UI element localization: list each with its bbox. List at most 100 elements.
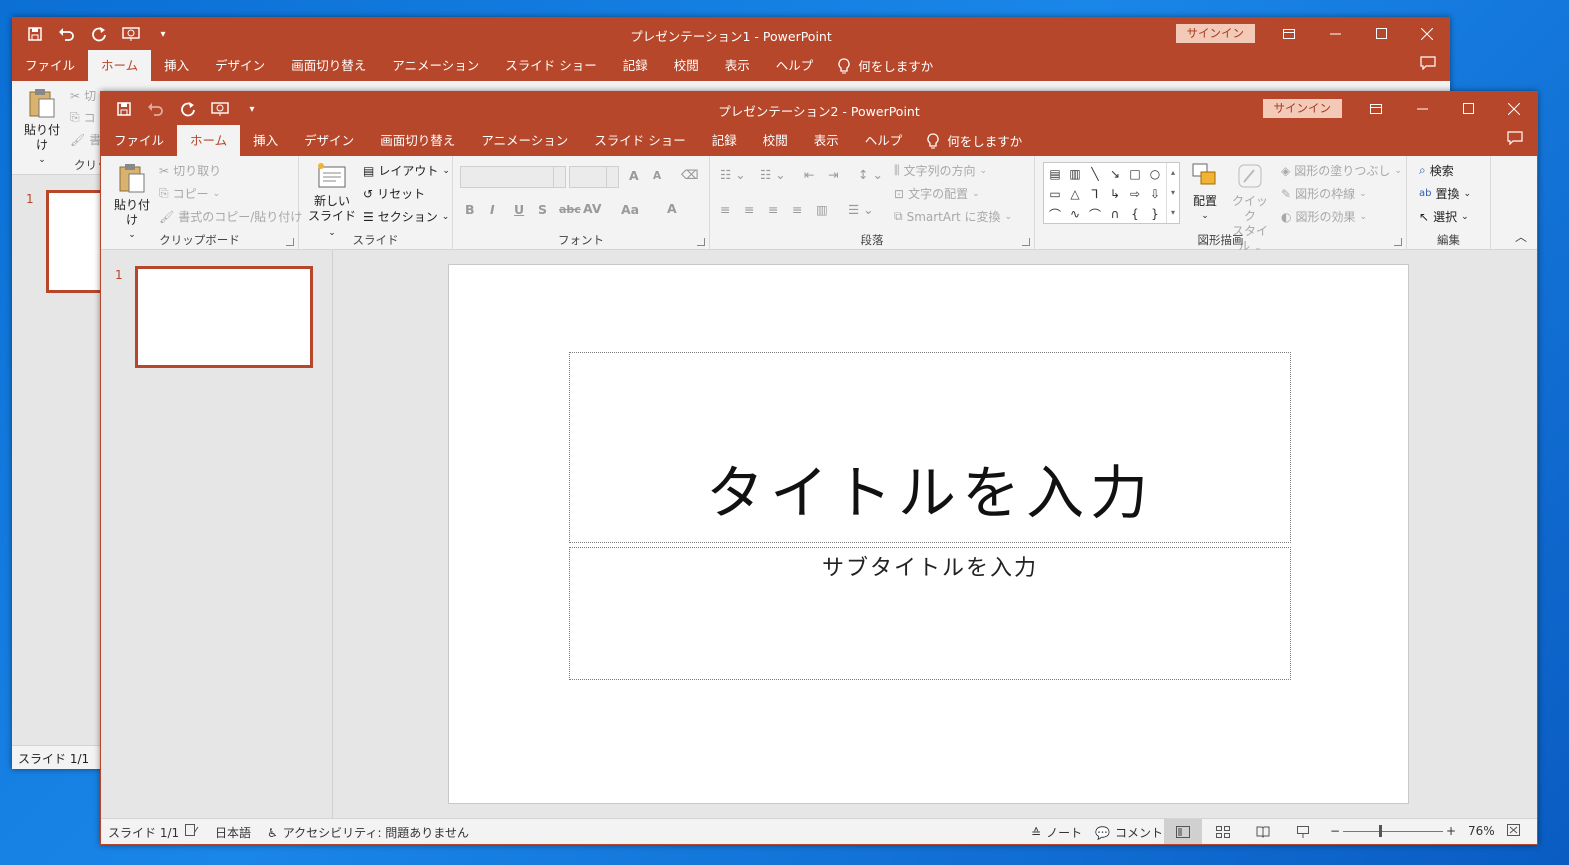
text-direction-button[interactable]: ⫼ 文字列の方向 ⌄ [894, 162, 987, 179]
grow-font-button[interactable]: A [629, 168, 639, 183]
shrink-font-button[interactable]: A [653, 170, 661, 182]
tab-slideshow[interactable]: スライド ショー [581, 125, 698, 156]
comments-button[interactable]: 💬 コメント [1095, 824, 1163, 841]
title-bar[interactable]: ▾ プレゼンテーション1 - PowerPoint サインイン [12, 17, 1450, 50]
maximize-icon[interactable] [1358, 17, 1404, 50]
bullets-icon[interactable]: ☷ ⌄ [720, 167, 746, 182]
align-left-icon[interactable]: ≡ [720, 202, 730, 217]
strikethrough-button[interactable]: abc [559, 203, 581, 216]
format-painter-button[interactable]: 🖌 書式のコピー/貼り付け [159, 208, 302, 225]
decrease-indent-icon[interactable]: ⇤ [804, 167, 814, 182]
slide-thumbnail-pane[interactable]: 1 [101, 250, 333, 820]
gallery-scroll-icon[interactable]: ▴ ▾ ▾ [1166, 163, 1179, 223]
normal-view-icon[interactable] [1164, 819, 1202, 844]
tab-record[interactable]: 記録 [699, 125, 750, 156]
slide-thumbnail[interactable] [135, 266, 313, 368]
arc-shape-icon[interactable]: ⌒ [1085, 205, 1105, 223]
ribbon-display-icon[interactable] [1353, 92, 1399, 125]
left-brace-shape-icon[interactable]: { [1125, 205, 1145, 223]
justify-icon[interactable]: ≡ [792, 202, 802, 217]
tab-insert[interactable]: 挿入 [151, 50, 202, 81]
elbow-connector-icon[interactable]: ⅂ [1085, 185, 1105, 203]
find-button[interactable]: ⌕ 検索 [1419, 162, 1454, 179]
tab-animations[interactable]: アニメーション [379, 50, 492, 81]
tab-record[interactable]: 記録 [610, 50, 661, 81]
tab-home[interactable]: ホーム [88, 50, 152, 81]
title-placeholder[interactable]: タイトルを入力 [569, 352, 1291, 543]
tab-view[interactable]: 表示 [801, 125, 852, 156]
cut-button[interactable]: ✂ 切 [70, 87, 96, 104]
subtitle-placeholder[interactable]: サブタイトルを入力 [569, 547, 1291, 680]
slideshow-view-icon[interactable] [1284, 819, 1322, 844]
zoom-slider-track[interactable] [1343, 831, 1443, 832]
spellcheck-icon[interactable] [185, 824, 199, 836]
close-icon[interactable] [1491, 92, 1537, 125]
align-right-icon[interactable]: ≡ [768, 202, 778, 217]
clipboard-launcher-icon[interactable] [286, 238, 294, 246]
section-button[interactable]: ☰ セクション ⌄ [363, 208, 449, 225]
smartart-button[interactable]: ⧉ SmartArt に変換 ⌄ [894, 208, 1012, 225]
tab-slideshow[interactable]: スライド ショー [492, 50, 609, 81]
tab-help[interactable]: ヘルプ [852, 125, 916, 156]
triangle-shape-icon[interactable]: △ [1065, 185, 1085, 203]
columns-icon[interactable]: ☰ ⌄ [848, 202, 874, 217]
shapes-gallery[interactable]: ▤ ▥ ╲ ↘ □ ○ ▭ △ ⅂ ↳ ⇨ ⇩ ⌒ ∿ ⌒ ∩ { } ▴ ▾ ▾ [1043, 162, 1180, 224]
copy-button[interactable]: ⎘ コピー ⌄ [159, 185, 220, 202]
numbering-icon[interactable]: ☷ ⌄ [760, 167, 786, 182]
paragraph-launcher-icon[interactable] [1022, 238, 1030, 246]
accessibility-button[interactable]: ♿ アクセシビリティ: 問題ありません [267, 824, 469, 841]
select-button[interactable]: ↖ 選択 ⌄ [1419, 208, 1469, 225]
increase-indent-icon[interactable]: ⇥ [828, 167, 838, 182]
tab-insert[interactable]: 挿入 [240, 125, 291, 156]
slide-canvas[interactable]: タイトルを入力 サブタイトルを入力 [448, 264, 1409, 804]
slide-editor[interactable]: タイトルを入力 サブタイトルを入力 [334, 250, 1537, 820]
font-launcher-icon[interactable] [697, 238, 705, 246]
notes-button[interactable]: ≙ ノート [1031, 824, 1082, 841]
fit-to-window-icon[interactable] [1507, 824, 1520, 836]
copy-button[interactable]: ⎘ コ [70, 109, 96, 126]
paste-button[interactable]: 貼り付け ⌄ [20, 87, 64, 168]
signin-button[interactable]: サインイン [1175, 24, 1255, 43]
tell-me-box[interactable]: 何をしますか [915, 131, 1022, 150]
tab-review[interactable]: 校閲 [661, 50, 712, 81]
clear-format-icon[interactable]: ⌫ [681, 167, 699, 182]
comments-icon[interactable] [1420, 56, 1436, 73]
font-size-combo[interactable] [569, 166, 619, 188]
signin-button[interactable]: サインイン [1262, 99, 1342, 118]
oval-shape-icon[interactable]: ○ [1145, 165, 1165, 183]
tab-transitions[interactable]: 画面切り替え [367, 125, 468, 156]
textbox-shape-icon[interactable]: ▤ [1045, 165, 1065, 183]
bold-button[interactable]: B [465, 202, 475, 217]
tab-design[interactable]: デザイン [291, 125, 367, 156]
tell-me-box[interactable]: 何をしますか [826, 56, 933, 75]
underline-button[interactable]: U [514, 202, 524, 217]
shape-outline-button[interactable]: ✎ 図形の枠線 ⌄ [1281, 185, 1367, 202]
zoom-in-button[interactable]: + [1446, 824, 1456, 838]
tab-design[interactable]: デザイン [202, 50, 278, 81]
tab-home[interactable]: ホーム [177, 125, 241, 156]
cut-button[interactable]: ✂ 切り取り [159, 162, 221, 179]
tab-transitions[interactable]: 画面切り替え [278, 50, 379, 81]
minimize-icon[interactable] [1399, 92, 1445, 125]
italic-button[interactable]: I [490, 202, 495, 217]
zoom-slider-thumb[interactable] [1379, 825, 1382, 837]
freeform-shape-icon[interactable]: ⌒ [1045, 205, 1065, 223]
align-center-icon[interactable]: ≡ [744, 202, 754, 217]
reset-button[interactable]: ↺ リセット [363, 185, 425, 202]
distributed-icon[interactable]: ▥ [816, 202, 828, 217]
new-slide-button[interactable]: 新しい スライド ⌄ [307, 162, 357, 241]
change-case-button[interactable]: Aa [621, 202, 639, 217]
elbow-arrow-icon[interactable]: ↳ [1105, 185, 1125, 203]
powerpoint-window-2[interactable]: ▾ プレゼンテーション2 - PowerPoint サインイン ファイル ホーム… [100, 91, 1538, 845]
minimize-icon[interactable] [1312, 17, 1358, 50]
align-text-button[interactable]: ⊡ 文字の配置 ⌄ [894, 185, 980, 202]
comments-icon[interactable] [1507, 131, 1523, 148]
vertical-textbox-shape-icon[interactable]: ▥ [1065, 165, 1085, 183]
layout-button[interactable]: ▤ レイアウト ⌄ [363, 162, 450, 179]
right-arrow-shape-icon[interactable]: ⇨ [1125, 185, 1145, 203]
tab-help[interactable]: ヘルプ [763, 50, 827, 81]
arrow-line-shape-icon[interactable]: ↘ [1105, 165, 1125, 183]
zoom-level[interactable]: 76% [1468, 824, 1495, 838]
rectangle-shape-icon[interactable]: □ [1125, 165, 1145, 183]
reading-view-icon[interactable] [1244, 819, 1282, 844]
